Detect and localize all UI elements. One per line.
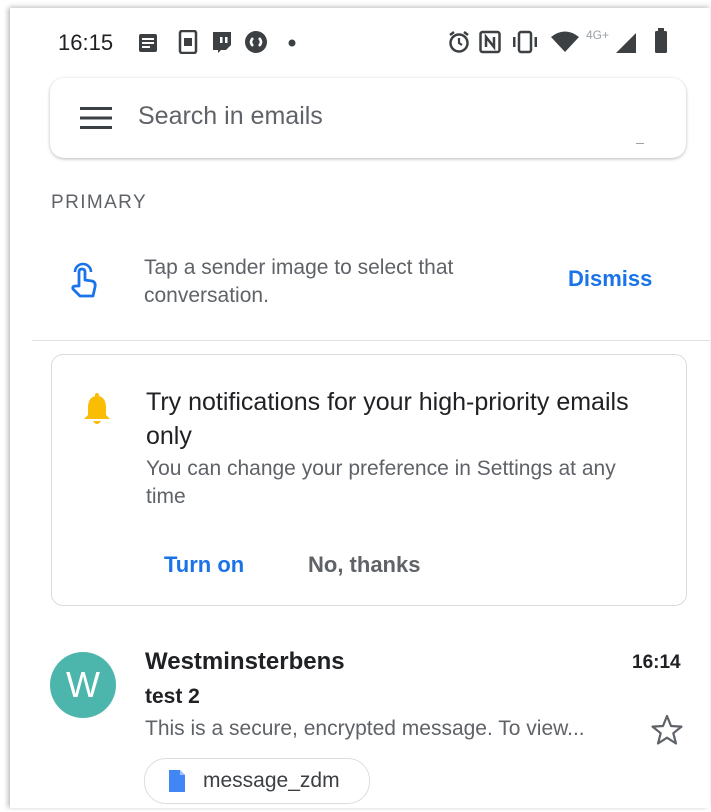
- email-list-item[interactable]: W Westminsterbens 16:14 test 2 This is a…: [10, 628, 710, 808]
- attachment-chip[interactable]: message_zdm: [144, 758, 370, 804]
- network-type-label: 4G+: [586, 28, 610, 42]
- battery-icon: [655, 28, 667, 53]
- email-time: 16:14: [632, 652, 681, 673]
- document-icon: [169, 770, 185, 792]
- dot-icon: [288, 39, 296, 47]
- gmail-app-frame: 16:15 4G+ Search in emails PRIMARY Tap a…: [10, 8, 710, 808]
- alarm-icon: [449, 31, 469, 53]
- bank-app-icon: [178, 30, 198, 54]
- notes-icon: [139, 34, 157, 52]
- search-bar-mark: [636, 143, 644, 144]
- email-snippet: This is a secure, encrypted message. To …: [145, 717, 585, 740]
- twitch-icon: [213, 32, 231, 53]
- hamburger-menu-icon[interactable]: [80, 106, 112, 130]
- card-title: Try notifications for your high-priority…: [146, 388, 629, 450]
- email-sender: Westminsterbens: [145, 648, 345, 675]
- section-label-primary: PRIMARY: [51, 192, 148, 213]
- email-subject: test 2: [145, 685, 200, 708]
- dismiss-button[interactable]: Dismiss: [568, 266, 652, 292]
- star-icon[interactable]: [650, 713, 684, 747]
- shazam-icon: [245, 31, 267, 53]
- no-thanks-button[interactable]: No, thanks: [308, 552, 420, 578]
- notification-suggestion-card: Try notifications for your high-priority…: [51, 354, 687, 606]
- sender-avatar[interactable]: W: [50, 652, 116, 718]
- search-bar[interactable]: Search in emails: [50, 78, 686, 158]
- search-input[interactable]: Search in emails: [138, 102, 323, 131]
- nfc-icon: [479, 30, 501, 54]
- wifi-icon: [551, 31, 579, 52]
- status-time: 16:15: [58, 30, 114, 55]
- turn-on-button[interactable]: Turn on: [164, 552, 244, 578]
- divider: [32, 340, 710, 341]
- signal-icon: [616, 33, 636, 53]
- status-bar: 16:15 4G+: [10, 8, 710, 68]
- touch-icon: [71, 262, 97, 298]
- attachment-name: message_zdm: [203, 769, 340, 792]
- card-description: You can change your preference in Settin…: [146, 457, 616, 508]
- tip-text: Tap a sender image to select that conver…: [144, 256, 454, 307]
- bell-icon: [84, 393, 110, 424]
- vibrate-icon: [513, 30, 537, 54]
